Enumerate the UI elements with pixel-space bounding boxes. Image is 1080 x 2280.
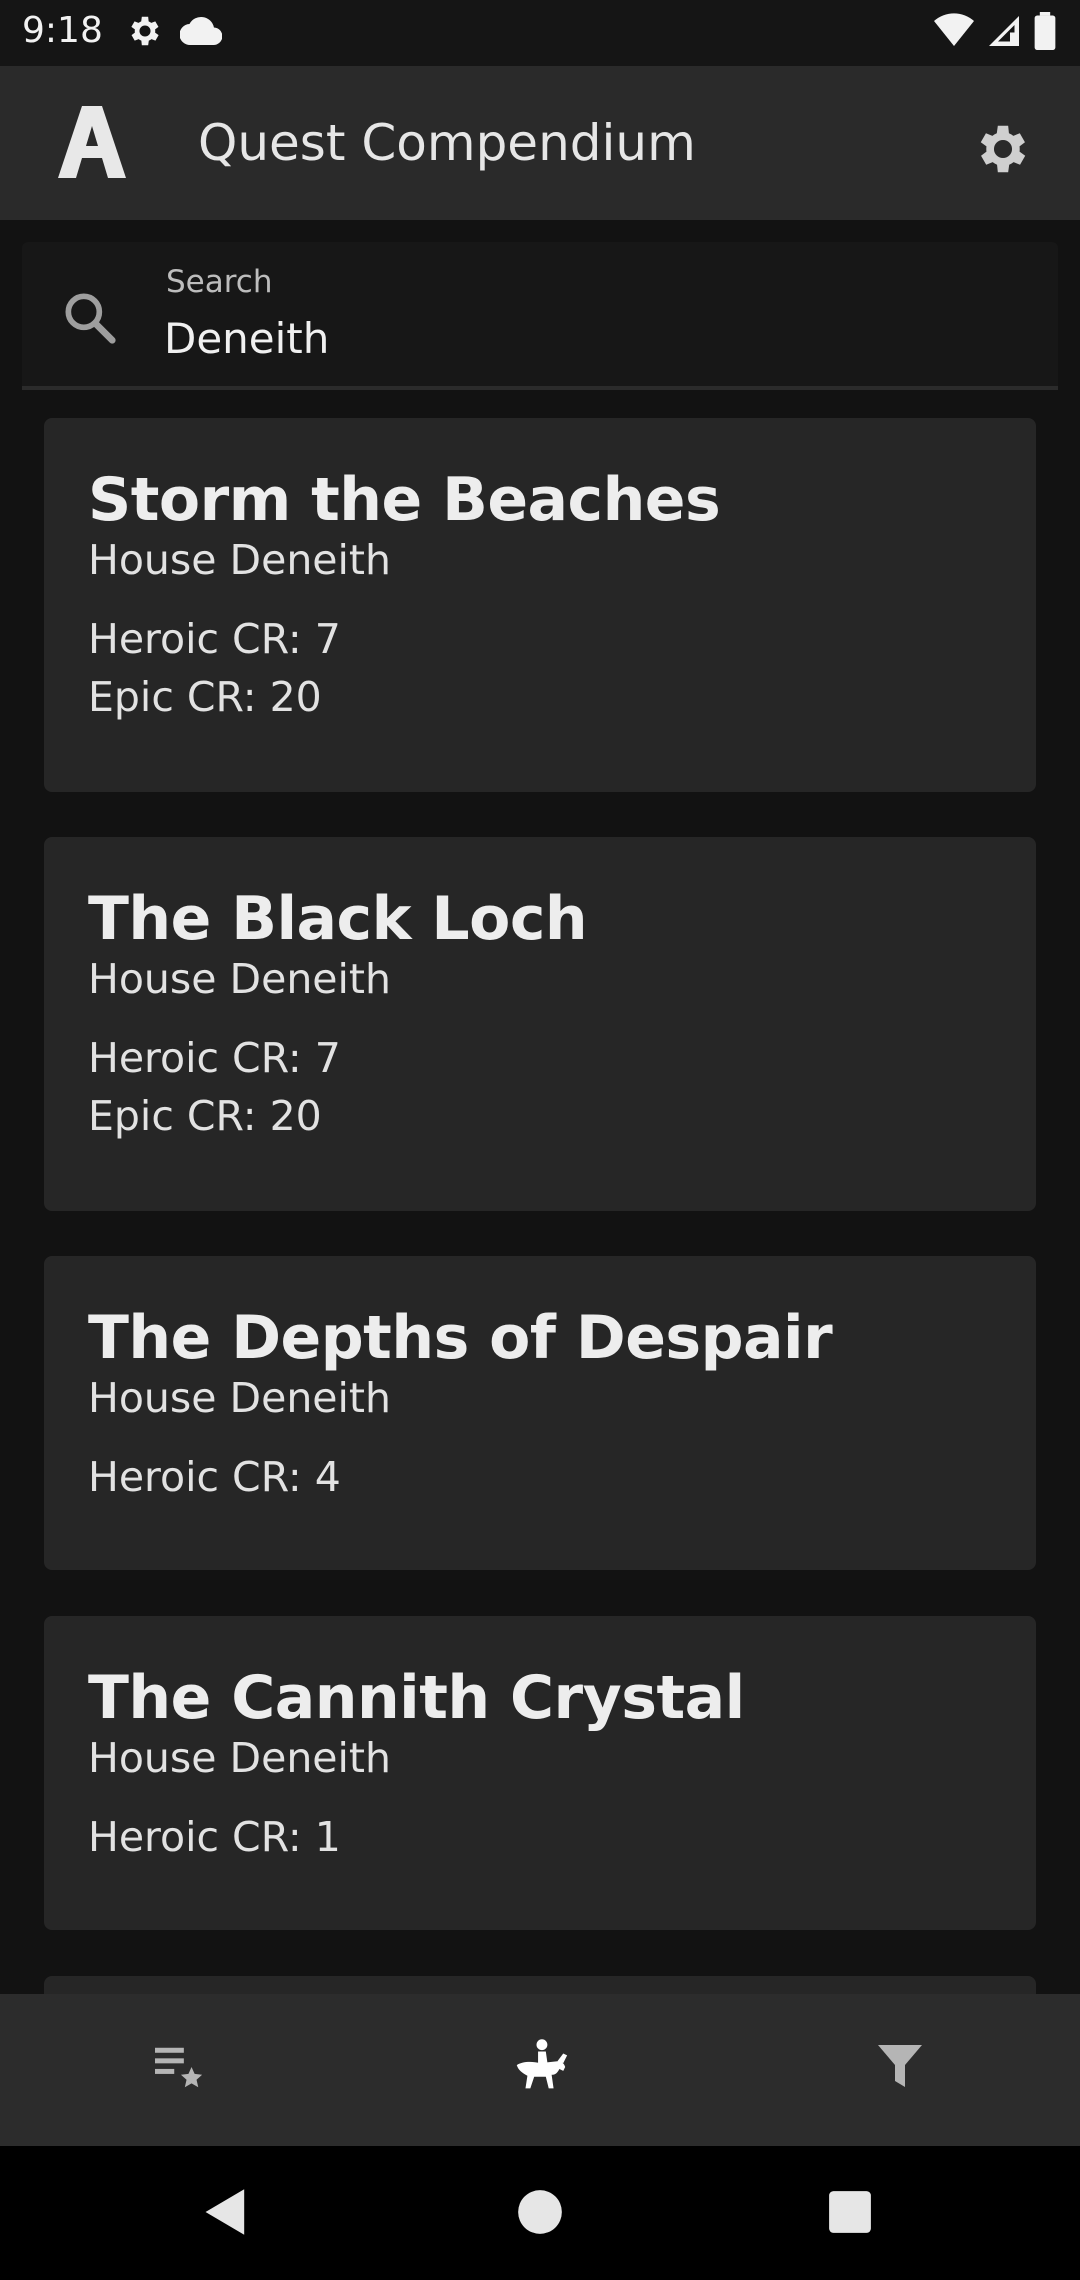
nav-filter[interactable] xyxy=(850,2024,950,2114)
gear-icon xyxy=(126,12,164,54)
quest-card[interactable]: Storm the Beaches House Deneith Heroic C… xyxy=(44,418,1036,792)
settings-button[interactable] xyxy=(962,110,1044,192)
nav-quests[interactable] xyxy=(490,2024,590,2114)
quest-list[interactable]: Storm the Beaches House Deneith Heroic C… xyxy=(0,396,1080,1994)
nav-favorites[interactable] xyxy=(130,2024,230,2114)
heroic-cr: Heroic CR: 4 xyxy=(88,1453,341,1501)
heroic-cr: Heroic CR: 7 xyxy=(88,1034,341,1082)
favorites-list-icon xyxy=(153,2042,207,2096)
app-bar: Quest Compendium xyxy=(0,66,1080,220)
heroic-cr: Heroic CR: 1 xyxy=(88,1813,341,1861)
quest-house: House Deneith xyxy=(88,1734,391,1782)
search-box[interactable]: Search xyxy=(22,242,1058,390)
epic-cr: Epic CR: 20 xyxy=(88,1092,322,1140)
status-bar: 9:18 xyxy=(0,0,1080,66)
quest-card-partial[interactable] xyxy=(44,1976,1036,1994)
gear-icon xyxy=(972,118,1034,184)
quest-title: The Cannith Crystal xyxy=(88,1663,745,1733)
quest-house: House Deneith xyxy=(88,955,391,1003)
app-title: Quest Compendium xyxy=(198,114,696,172)
back-button[interactable] xyxy=(194,2182,258,2246)
quest-card[interactable]: The Depths of Despair House Deneith Hero… xyxy=(44,1256,1036,1570)
cr-block: Heroic CR: 1 xyxy=(88,1808,992,1866)
signal-icon xyxy=(986,13,1022,53)
search-icon xyxy=(58,286,120,348)
recents-button[interactable] xyxy=(818,2182,882,2246)
epic-cr: Epic CR: 20 xyxy=(88,673,322,721)
cloud-icon xyxy=(179,15,223,51)
heroic-cr: Heroic CR: 7 xyxy=(88,615,341,663)
app-logo-icon xyxy=(52,102,132,182)
quest-house: House Deneith xyxy=(88,536,391,584)
cr-block: Heroic CR: 7 Epic CR: 20 xyxy=(88,610,992,726)
recents-icon xyxy=(828,2190,872,2238)
quest-title: The Depths of Despair xyxy=(88,1303,833,1373)
cr-block: Heroic CR: 4 xyxy=(88,1448,992,1506)
cr-block: Heroic CR: 7 Epic CR: 20 xyxy=(88,1029,992,1145)
quest-title: Storm the Beaches xyxy=(88,465,721,535)
quest-card[interactable]: The Cannith Crystal House Deneith Heroic… xyxy=(44,1616,1036,1930)
filter-icon xyxy=(875,2041,925,2097)
quest-house: House Deneith xyxy=(88,1374,391,1422)
back-icon xyxy=(203,2187,249,2241)
search-input[interactable] xyxy=(164,308,964,368)
quest-card[interactable]: The Black Loch House Deneith Heroic CR: … xyxy=(44,837,1036,1211)
status-left-icons xyxy=(126,12,223,54)
home-button[interactable] xyxy=(508,2182,572,2246)
search-label: Search xyxy=(166,264,273,300)
wifi-icon xyxy=(934,13,974,53)
system-nav xyxy=(0,2146,1080,2280)
status-time: 9:18 xyxy=(22,10,103,51)
home-icon xyxy=(517,2189,563,2239)
status-right-icons xyxy=(934,12,1056,54)
bottom-nav xyxy=(0,1994,1080,2146)
battery-icon xyxy=(1034,12,1056,54)
quest-title: The Black Loch xyxy=(88,884,588,954)
quests-rider-icon xyxy=(509,2036,571,2102)
